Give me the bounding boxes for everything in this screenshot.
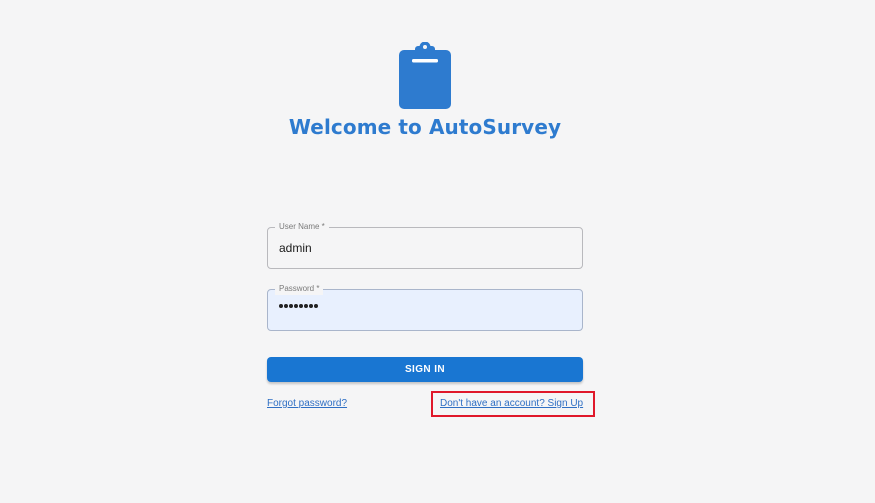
highlight-box (431, 391, 595, 417)
password-dot (279, 304, 283, 308)
password-label: Password * (275, 283, 324, 295)
sign-in-button[interactable]: SIGN IN (267, 357, 583, 382)
username-field[interactable]: User Name * admin (267, 221, 583, 269)
password-dot (284, 304, 288, 308)
password-mask (279, 304, 318, 308)
clipboard-icon (399, 42, 451, 109)
password-dot (294, 304, 298, 308)
password-dot (304, 304, 308, 308)
forgot-password-link[interactable]: Forgot password? (267, 398, 347, 410)
password-dot (289, 304, 293, 308)
password-dot (314, 304, 318, 308)
password-dot (309, 304, 313, 308)
password-field[interactable]: Password * (267, 283, 583, 331)
username-value: admin (279, 241, 312, 255)
username-label: User Name * (275, 221, 329, 233)
password-dot (299, 304, 303, 308)
page-title: Welcome to AutoSurvey (288, 115, 562, 139)
